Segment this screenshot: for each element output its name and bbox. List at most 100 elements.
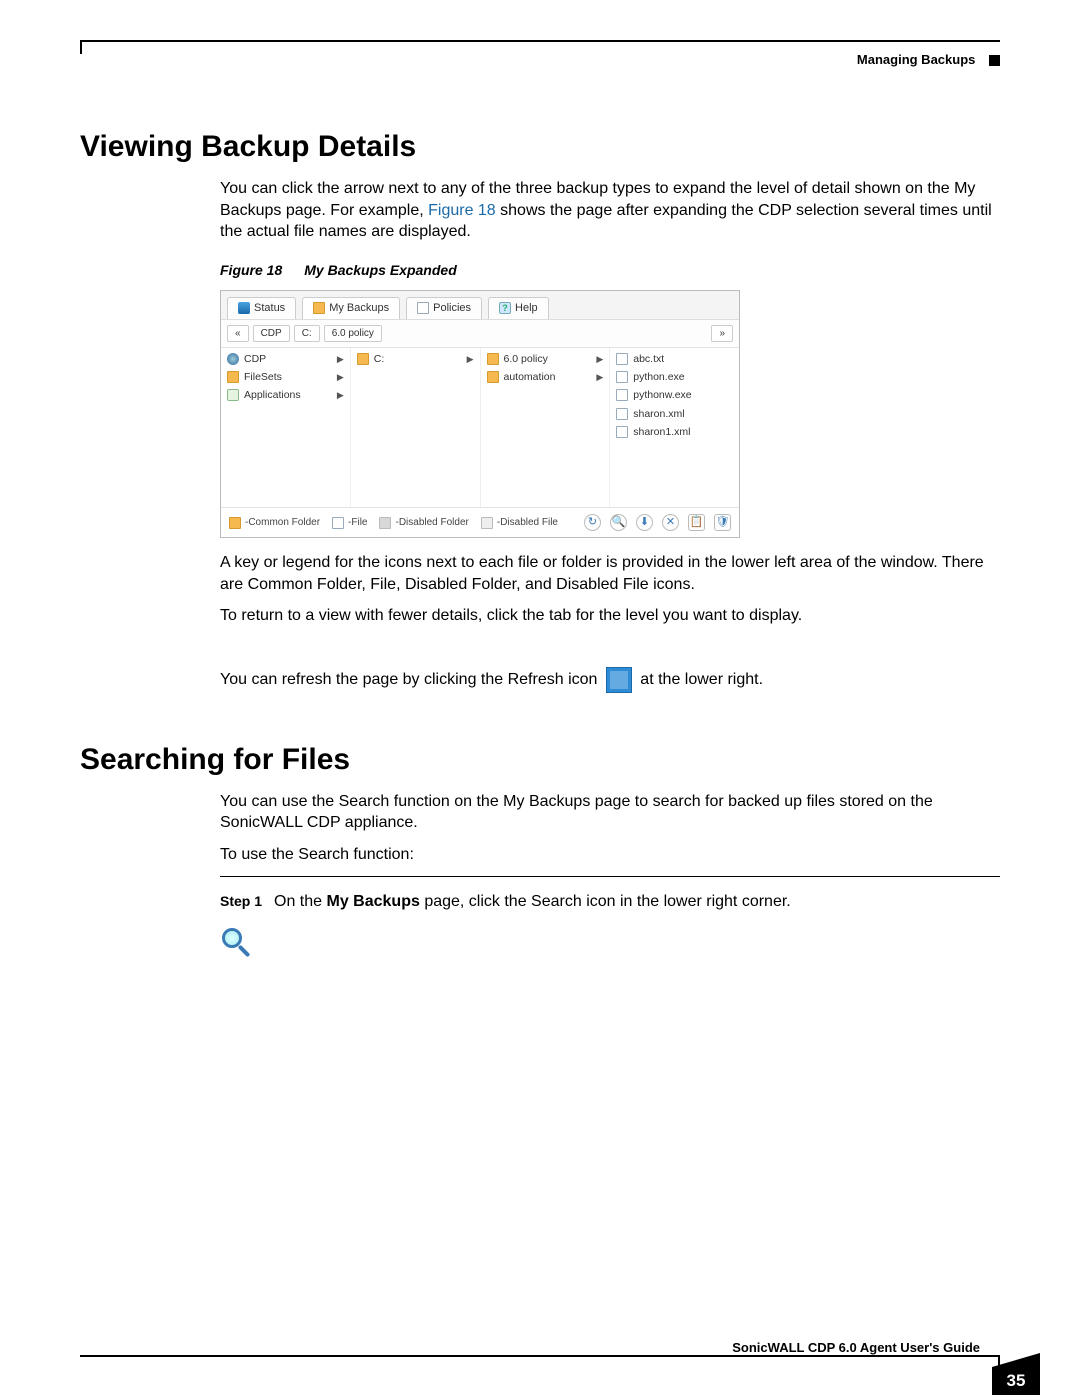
figure-title: My Backups Expanded [304,262,457,278]
breadcrumb-back-button[interactable]: « [227,325,249,343]
column-2: C:▶ [351,348,481,507]
item-label: CDP [244,352,266,366]
legend-bar: -Common Folder -File -Disabled Folder -D… [221,508,739,537]
search-icon[interactable]: 🔍 [610,514,627,531]
file-icon [332,517,344,529]
folder-icon [487,353,499,365]
agent-icon[interactable]: 🛡 [714,514,731,531]
download-icon[interactable]: ⬇ [636,514,653,531]
figure-caption: Figure 18 My Backups Expanded [220,261,1000,280]
figure-number: Figure 18 [220,262,282,278]
paragraph-search-use: To use the Search function: [220,844,1000,866]
breadcrumb-policy[interactable]: 6.0 policy [324,325,382,343]
apps-icon [227,389,239,401]
item-label: C: [374,352,385,366]
list-item[interactable]: sharon.xml [610,405,739,423]
folder-icon [227,371,239,383]
paragraph-return: To return to a view with fewer details, … [220,605,1000,627]
tab-help-label: Help [515,301,538,316]
item-label: pythonw.exe [633,388,691,402]
help-icon: ? [499,302,511,314]
file-icon [616,371,628,383]
folder-icon [229,517,241,529]
breadcrumb: « CDP C: 6.0 policy » [221,320,739,349]
tab-my-backups[interactable]: My Backups [302,297,400,319]
column-4: abc.txt python.exe pythonw.exe sharon.xm… [610,348,739,507]
paragraph-search-intro: You can use the Search function on the M… [220,791,1000,834]
breadcrumb-forward-button[interactable]: » [711,325,733,343]
chevron-right-icon: ▶ [596,371,603,383]
para4b: at the lower right. [636,671,763,688]
list-item[interactable]: CDP ▶ [221,350,350,368]
tab-status[interactable]: Status [227,297,296,319]
legend-label: -Common Folder [245,516,320,530]
toolbar-icons: ↻ 🔍 ⬇ ✕ 📋 🛡 [584,514,731,531]
step-label: Step 1 [220,892,262,911]
tab-policies[interactable]: Policies [406,297,482,319]
legend-disabled-file: -Disabled File [481,516,558,530]
paragraph-intro: You can click the arrow next to any of t… [220,178,1000,243]
list-item[interactable]: automation ▶ [481,368,610,386]
legend-file: -File [332,516,367,530]
column-1: CDP ▶ FileSets ▶ Applications ▶ [221,348,351,507]
file-icon [616,426,628,438]
status-icon [238,302,250,314]
list-item[interactable]: C:▶ [351,350,480,368]
globe-icon [227,353,239,365]
legend-disabled-folder: -Disabled Folder [379,516,468,530]
header-rule: Managing Backups [80,40,1000,70]
page-footer: SonicWALL CDP 6.0 Agent User's Guide 35 [80,1334,1000,1357]
step-t2: page, click the Search icon in the lower… [420,893,791,910]
item-label: FileSets [244,370,282,384]
list-item[interactable]: sharon1.xml [610,423,739,441]
step-t1: On the [274,893,326,910]
breadcrumb-cdp[interactable]: CDP [253,325,290,343]
tab-status-label: Status [254,301,285,316]
breadcrumb-c-drive[interactable]: C: [294,325,320,343]
chevron-right-icon: ▶ [337,389,344,401]
file-icon [616,353,628,365]
item-label: python.exe [633,370,684,384]
clipboard-icon[interactable]: 📋 [688,514,705,531]
legend-label: -Disabled Folder [395,516,468,530]
header-tick [80,40,82,54]
header-section: Managing Backups [857,52,1000,67]
file-icon [616,389,628,401]
search-icon-large [220,926,254,960]
item-label: Applications [244,388,301,402]
list-item[interactable]: pythonw.exe [610,386,739,404]
heading-searching-for-files: Searching for Files [80,743,1000,777]
item-label: sharon.xml [633,407,684,421]
step-1: Step 1 On the My Backups page, click the… [220,891,1000,913]
footer-rule [80,1355,1000,1357]
heading-viewing-backup-details: Viewing Backup Details [80,130,1000,164]
list-item[interactable]: abc.txt [610,350,739,368]
chevron-right-icon: ▶ [337,371,344,383]
paragraph-refresh: You can refresh the page by clicking the… [220,667,1000,693]
legend-label: -Disabled File [497,516,558,530]
list-item[interactable]: FileSets ▶ [221,368,350,386]
delete-icon[interactable]: ✕ [662,514,679,531]
file-icon [417,302,429,314]
list-item[interactable]: 6.0 policy▶ [481,350,610,368]
app-tabs: Status My Backups Policies ? Help [221,291,739,320]
step-divider [220,876,1000,877]
figure-screenshot: Status My Backups Policies ? Help « CDP C… [220,290,740,538]
disabled-folder-icon [379,517,391,529]
tab-help[interactable]: ? Help [488,297,549,319]
tab-policies-label: Policies [433,301,471,316]
list-item[interactable]: Applications ▶ [221,386,350,404]
item-label: sharon1.xml [633,425,690,439]
section-title: Managing Backups [857,52,975,67]
paragraph-legend: A key or legend for the icons next to ea… [220,552,1000,595]
footer-guide-title: SonicWALL CDP 6.0 Agent User's Guide [80,1334,1000,1355]
chevron-right-icon: ▶ [337,353,344,365]
column-browser: CDP▶ FileSets▶ Applications▶ C:▶ 6.0 pol… [221,348,739,508]
para4a: You can refresh the page by clicking the… [220,671,602,688]
item-label: automation [504,370,556,384]
figure-18-link[interactable]: Figure 18 [428,202,496,219]
list-item[interactable]: python.exe [610,368,739,386]
step-bold: My Backups [327,893,420,910]
refresh-icon[interactable]: ↻ [584,514,601,531]
column-3: 6.0 policy▶ automation ▶ [481,348,611,507]
